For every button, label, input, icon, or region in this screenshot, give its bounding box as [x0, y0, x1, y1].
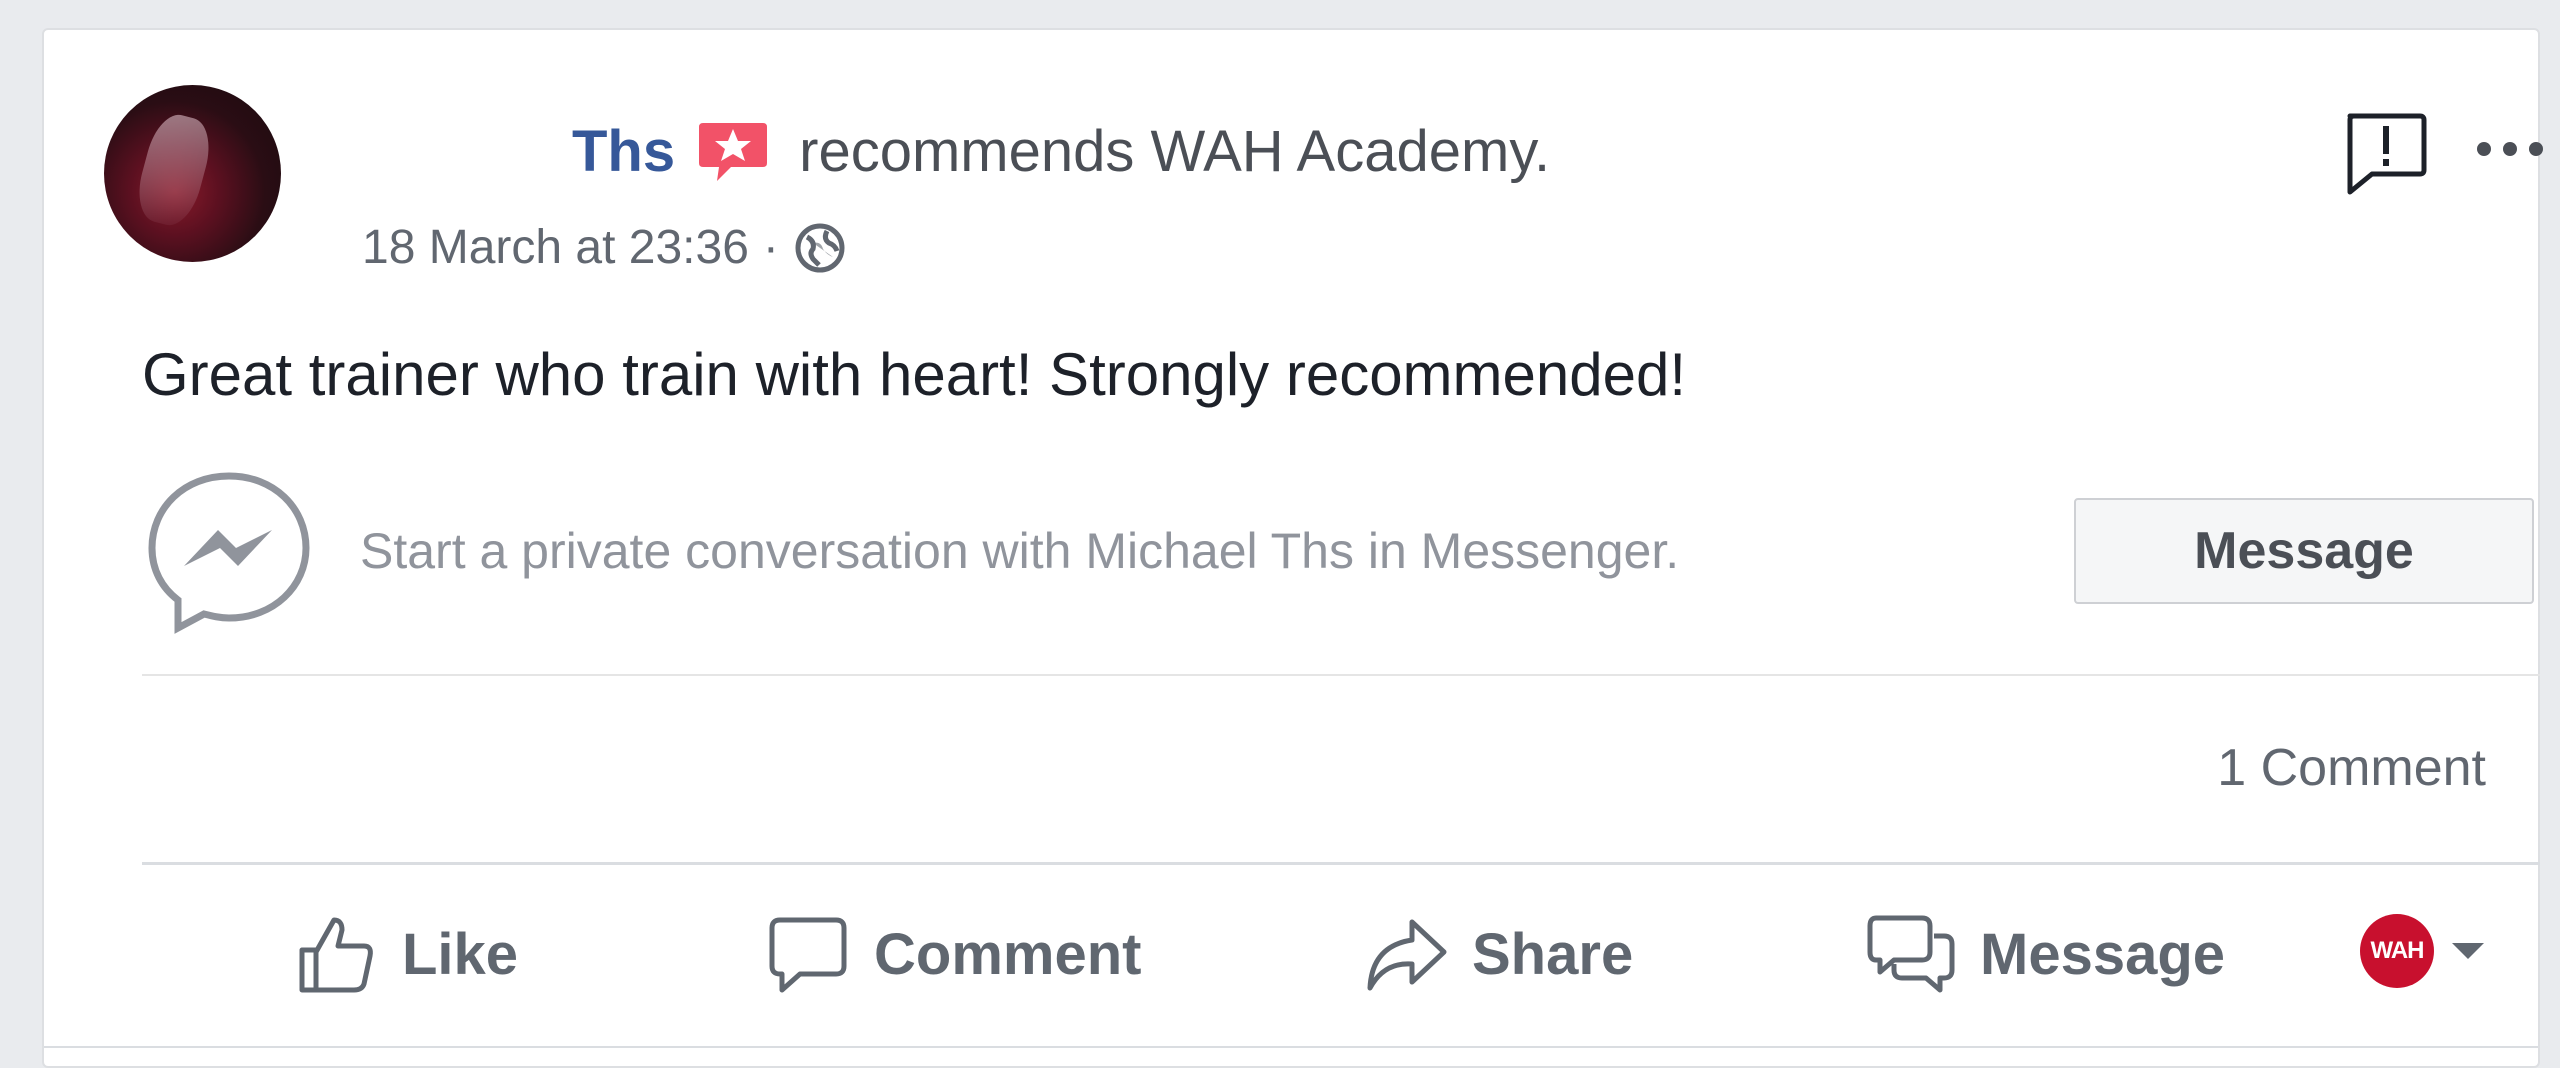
comment-count-link[interactable]: 1 Comment: [2217, 738, 2486, 798]
more-options-icon[interactable]: [2472, 134, 2548, 164]
page-name-link[interactable]: WAH Academy.: [1150, 118, 1550, 185]
post-meta: 18 March at 23:36 ·: [362, 220, 847, 275]
meta-separator: ·: [762, 221, 779, 274]
post-body-text: Great trainer who train with heart! Stro…: [142, 341, 1687, 408]
comment-label: Comment: [874, 921, 1142, 987]
post-timestamp[interactable]: 18 March at 23:36: [362, 220, 749, 275]
report-icon[interactable]: [2342, 110, 2428, 196]
comment-button[interactable]: Comment: [766, 910, 1141, 998]
message-button[interactable]: Message: [2074, 498, 2534, 604]
message-label: Message: [1980, 921, 2226, 987]
share-button[interactable]: Share: [1364, 910, 1633, 998]
messenger-icon: [148, 472, 310, 634]
page-identity-selector[interactable]: WAH: [2360, 914, 2486, 988]
chevron-down-icon: [2452, 943, 2484, 959]
divider: [142, 674, 2540, 676]
page-logo: WAH: [2360, 914, 2434, 988]
post-card: Ths recommends WAH Academy. 18 March at …: [42, 28, 2543, 1068]
author-avatar[interactable]: [104, 85, 281, 262]
recommends-text: recommends: [799, 119, 1135, 184]
like-button[interactable]: Like: [294, 910, 518, 998]
comment-bubble-icon: [769, 917, 847, 993]
recommendation-star-icon: [699, 122, 768, 181]
messenger-prompt-text: Start a private conversation with Michae…: [360, 523, 1680, 579]
divider: [44, 1046, 2538, 1048]
message-bubbles-icon: [1867, 915, 1955, 993]
thumbs-up-icon: [299, 917, 373, 993]
post-headline: Ths recommends WAH Academy.: [572, 118, 1550, 185]
send-message-button[interactable]: Message: [1866, 910, 2225, 998]
share-arrow-icon: [1367, 919, 1447, 991]
share-label: Share: [1472, 921, 1634, 987]
divider: [142, 862, 2540, 865]
globe-icon[interactable]: [793, 221, 847, 275]
author-name-link[interactable]: Ths: [572, 118, 675, 185]
like-label: Like: [402, 921, 519, 987]
